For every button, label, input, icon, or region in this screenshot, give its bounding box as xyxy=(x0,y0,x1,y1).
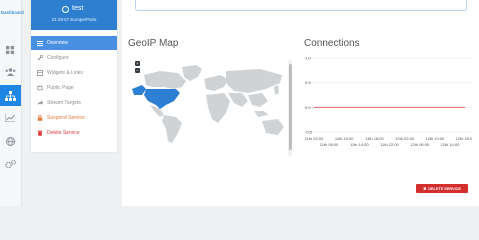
map-scrollbar[interactable] xyxy=(288,60,292,156)
geoip-title: GeoIP Map xyxy=(128,38,179,49)
chart-icon[interactable] xyxy=(3,112,17,124)
x-tick-label: 11th 14:00 xyxy=(350,142,369,147)
users-icon[interactable] xyxy=(3,66,17,78)
y-tick-label: 1.0 xyxy=(305,56,311,61)
dashboard-icon[interactable] xyxy=(3,44,17,56)
menu-item-label: Delete Service xyxy=(47,130,80,136)
map-region xyxy=(248,93,268,107)
menu-item-label: Configure xyxy=(47,55,69,61)
menu-item-widgets[interactable]: Widgets & Links xyxy=(31,66,117,80)
menu-item-delete-service[interactable]: Delete Service xyxy=(31,126,117,140)
menu-item-label: Widgets & Links xyxy=(47,70,83,76)
x-tick-label: 11th 22:00 xyxy=(380,142,399,147)
scroll-thumb[interactable] xyxy=(288,64,292,150)
lock-icon xyxy=(33,115,47,121)
y-tick-label: 0.5 xyxy=(305,80,311,85)
service-name: test xyxy=(72,5,84,12)
settings-icon[interactable] xyxy=(3,158,17,170)
widgets-icon xyxy=(33,70,47,76)
map-region-highlight xyxy=(144,89,180,109)
trash-icon xyxy=(33,130,47,136)
delete-service-label: DELETE SERVICE xyxy=(428,186,461,191)
service-time: 21:29:57 Europe/Paris xyxy=(51,17,97,22)
service-header: test 21:29:57 Europe/Paris xyxy=(31,0,117,30)
delete-service-button[interactable]: ✖ DELETE SERVICE xyxy=(416,184,468,193)
x-tick-label: 12th 06:00 xyxy=(410,142,430,147)
info-box xyxy=(135,0,467,11)
network-icon[interactable] xyxy=(0,85,21,106)
map-region xyxy=(226,69,282,93)
close-icon: ✖ xyxy=(423,187,427,191)
map-region xyxy=(162,115,182,143)
map-region xyxy=(228,93,248,107)
x-tick-label: 12th 10:00 xyxy=(425,136,445,141)
page-icon xyxy=(33,85,47,91)
menu-item-overview[interactable]: Overview xyxy=(31,36,117,50)
map-region xyxy=(144,71,186,89)
menu-item-configure[interactable]: Configure xyxy=(31,51,117,65)
brand-logo[interactable]: Dashboard xyxy=(1,10,24,15)
map-region xyxy=(254,111,268,117)
wrench-icon xyxy=(33,55,47,61)
list-icon xyxy=(33,40,47,46)
service-panel: test 21:29:57 Europe/Paris Overview Conf… xyxy=(31,0,117,152)
menu-item-label: Suspend Service xyxy=(47,115,85,121)
menu-item-public-page[interactable]: Public Page xyxy=(31,81,117,95)
x-tick-label: 12th 02:00 xyxy=(395,136,415,141)
map-region xyxy=(274,85,279,95)
menu-item-label: Stream Targets xyxy=(47,100,81,106)
menu-item-suspend-service[interactable]: Suspend Service xyxy=(31,111,117,125)
icon-rail: Dashboard xyxy=(0,0,24,206)
x-tick-label: 12th 18:00 xyxy=(456,136,472,141)
menu-item-label: Public Page xyxy=(47,85,74,91)
map-region-highlight xyxy=(132,85,146,95)
map-region xyxy=(206,93,230,123)
y-tick-label: 0.0 xyxy=(305,105,311,110)
x-tick-label: 12th 14:00 xyxy=(440,142,460,147)
connections-chart: 1.0 0.5 0.0 -0.511th 02:00 11th 10:00 11th 18… xyxy=(304,56,472,147)
status-icon xyxy=(62,6,69,13)
world-map[interactable] xyxy=(130,65,290,145)
map-region xyxy=(204,75,228,91)
x-tick-label: 11th 06:00 xyxy=(320,142,339,147)
map-region xyxy=(182,65,202,81)
main-content: GeoIP Map + − Connections 1.0 0.5 0.0 -0… xyxy=(122,0,479,206)
menu-item-stream-targets[interactable]: Stream Targets xyxy=(31,96,117,110)
x-tick-label: 11th 02:00 xyxy=(305,136,324,141)
globe-icon[interactable] xyxy=(3,135,17,147)
y-tick-label: -0.5 xyxy=(305,130,313,135)
x-tick-label: 11th 18:00 xyxy=(365,136,384,141)
share-icon xyxy=(33,100,47,106)
connections-title: Connections xyxy=(304,38,360,49)
map-region xyxy=(262,119,284,135)
menu-item-label: Overview xyxy=(47,40,68,46)
x-tick-label: 11th 10:00 xyxy=(335,136,354,141)
